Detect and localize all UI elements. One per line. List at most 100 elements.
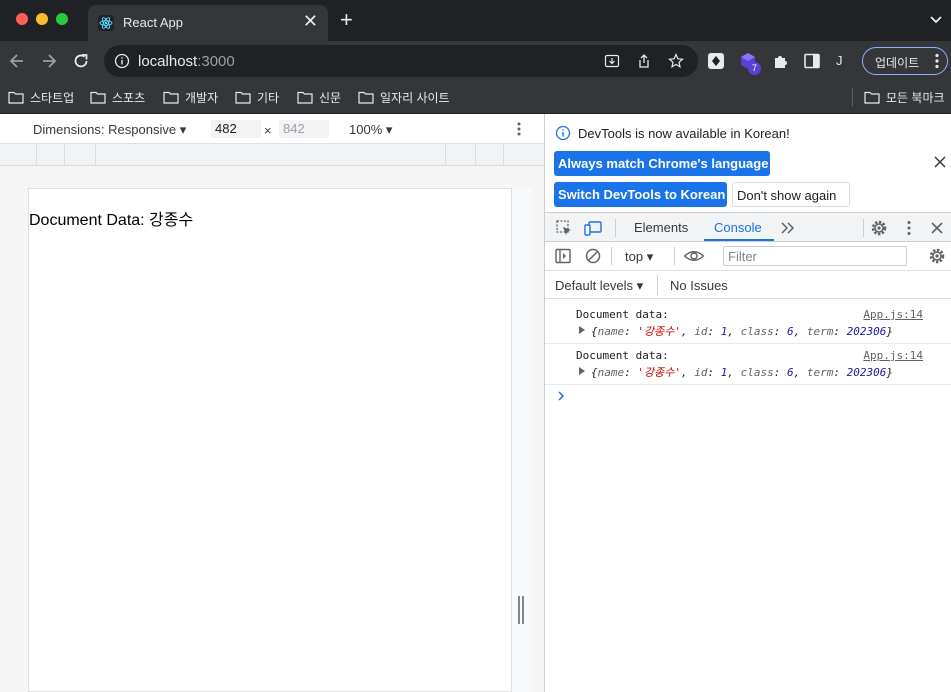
site-info-icon[interactable] [114,53,130,69]
close-devtools-icon[interactable] [928,219,946,237]
devtools-panel: DevTools is now available in Korean! Alw… [544,114,951,692]
back-arrow-icon[interactable] [7,51,27,71]
source-link[interactable]: App.js:14 [863,308,923,321]
settings-gear-icon[interactable] [870,219,888,237]
puzzle-extensions-icon[interactable] [772,52,790,70]
issues-counter[interactable]: No Issues [670,278,728,293]
filter-input[interactable]: Filter [723,246,907,266]
new-tab-button[interactable]: + [340,9,353,31]
tab-close-icon[interactable]: ✕ [303,12,318,30]
all-bookmarks-folder[interactable]: 모든 북마크 [864,89,945,105]
more-vertical-icon[interactable] [900,219,918,237]
close-icon[interactable] [934,156,946,168]
react-logo-icon [98,15,114,31]
ruler-tick [64,144,65,166]
chevron-down-icon[interactable] [929,12,943,26]
maximize-window-button[interactable] [56,13,68,25]
browser-toolbar: localhost:3000 7 J 업데이트 [0,41,951,81]
clear-console-icon[interactable] [584,247,602,265]
console-settings-gear-icon[interactable] [928,247,946,265]
bookmark-folder[interactable]: 일자리 사이트 [358,89,450,105]
dimension-separator: × [264,123,272,138]
ruler-tick [475,144,476,166]
bookmark-folder[interactable]: 신문 [297,89,341,105]
document-data-text: Document Data: 강종수 [29,212,194,229]
ruler-tick [445,144,446,166]
width-input[interactable]: 482 [211,120,261,138]
resize-handle[interactable] [517,596,525,624]
console-message: Document data: App.js:14 {name: '강종수', i… [545,303,951,344]
folder-icon [8,91,24,104]
reload-icon[interactable] [71,51,91,71]
source-link[interactable]: App.js:14 [863,349,923,362]
extension-badge-button[interactable]: 7 [739,52,761,75]
more-vertical-icon[interactable] [517,122,521,136]
toolbar-divider [611,247,612,265]
devtools-tabbar: Elements Console [545,212,951,242]
folder-icon [163,91,179,104]
dont-show-again-button[interactable]: Don't show again [732,182,850,207]
emulated-viewport: Document Data: 강종수 [28,188,512,692]
address-bar[interactable]: localhost:3000 [104,45,698,77]
log-levels-select[interactable]: Default levels ▾ [555,278,643,294]
close-window-button[interactable] [16,13,28,25]
share-icon[interactable] [636,53,652,69]
update-label: 업데이트 [875,56,920,70]
profile-avatar[interactable]: J [836,53,843,68]
folder-icon [297,91,313,104]
toolbar-divider [674,247,675,265]
extension-count-badge: 7 [748,62,761,75]
bookmark-folder[interactable]: 기타 [235,89,279,105]
bookmark-label: 기타 [257,90,280,105]
media-query-ruler[interactable] [0,144,544,166]
side-panel-icon[interactable] [803,52,821,70]
bookmark-folder[interactable]: 개발자 [163,89,218,105]
device-emulation-pane: Dimensions: Responsive ▾ 482 × 842 100% … [0,114,544,692]
url-text: localhost:3000 [138,53,235,70]
console-toolbar: top ▾ Filter [545,242,951,271]
device-toggle-icon[interactable] [584,219,602,237]
levels-bar: Default levels ▾ No Issues [545,271,951,299]
update-button[interactable]: 업데이트 [862,47,948,75]
expandable-object[interactable]: {name: '강종수', id: 1, class: 6, term: 202… [579,323,893,339]
toolbar-divider [615,219,616,237]
bookmark-folder[interactable]: 스타트업 [8,89,74,105]
bookmark-star-icon[interactable] [668,53,684,69]
switch-to-korean-button[interactable]: Switch DevTools to Korean [554,182,727,207]
bookmark-label: 스타트업 [30,90,75,105]
tab-console[interactable]: Console [714,220,762,235]
expand-triangle-icon[interactable] [579,367,585,375]
install-app-icon[interactable] [604,53,620,69]
zoom-select[interactable]: 100% ▾ [349,122,392,138]
folder-icon [235,91,251,104]
extension-icon[interactable] [707,52,725,70]
log-text: Document data: [576,349,669,362]
height-input[interactable]: 842 [279,120,329,138]
ruler-tick [503,144,504,166]
tab-title: React App [123,15,183,30]
always-match-language-button[interactable]: Always match Chrome's language [554,151,770,176]
bookmark-folder[interactable]: 스포츠 [90,89,145,105]
tab-elements[interactable]: Elements [634,220,688,235]
more-tabs-chevron-icon[interactable] [779,219,797,237]
console-prompt-chevron-icon[interactable] [557,390,565,402]
sidebar-toggle-icon[interactable] [554,247,572,265]
inspect-element-icon[interactable] [555,219,573,237]
folder-icon [90,91,106,104]
browser-tab[interactable]: React App ✕ [88,5,328,41]
console-message: Document data: App.js:14 {name: '강종수', i… [545,344,951,385]
context-select[interactable]: top ▾ [625,249,653,265]
tab-strip: React App ✕ + [0,0,951,41]
minimize-window-button[interactable] [36,13,48,25]
bookmarks-divider [852,88,853,106]
bookmark-label: 일자리 사이트 [380,90,450,105]
active-tab-indicator [704,239,774,241]
log-text: Document data: [576,308,669,321]
expand-triangle-icon[interactable] [579,326,585,334]
forward-arrow-icon[interactable] [39,51,59,71]
ruler-tick [36,144,37,166]
expandable-object[interactable]: {name: '강종수', id: 1, class: 6, term: 202… [579,364,893,380]
bookmark-label: 신문 [319,90,342,105]
dimensions-select[interactable]: Dimensions: Responsive ▾ [33,122,186,138]
live-expression-eye-icon[interactable] [683,247,705,265]
